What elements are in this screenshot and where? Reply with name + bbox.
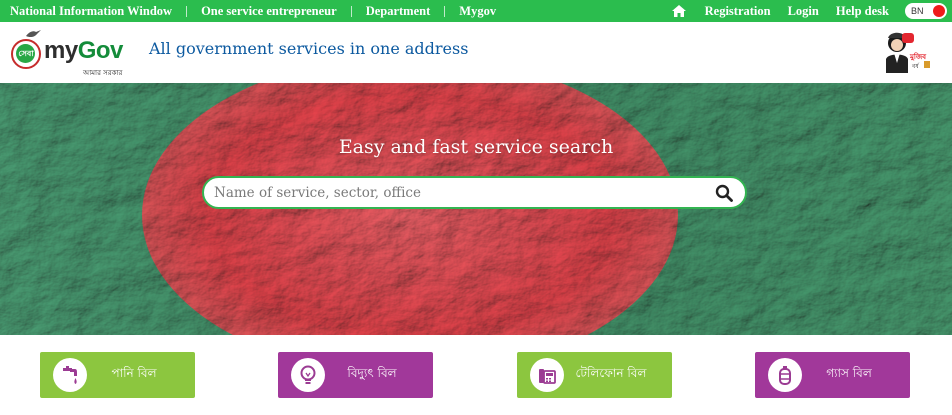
bill-services-row: পানি বিল বিদ্যুৎ বিল টেলিফোন বিল গ্যাস ব… xyxy=(0,335,952,415)
badge-text: সেবা xyxy=(18,48,34,58)
nav-separator xyxy=(444,5,446,17)
mygov-logo[interactable]: সেবা myGov আমার সরকার xyxy=(11,29,136,77)
gas-bill-label: গ্যাস বিল xyxy=(826,366,872,380)
site-tagline: All government services in one address xyxy=(149,39,469,58)
svg-text:বর্ষ: বর্ষ xyxy=(911,63,920,70)
bird-icon xyxy=(26,30,41,38)
brand-gov: Gov xyxy=(77,37,124,64)
seba-badge-icon: সেবা xyxy=(11,39,41,69)
nav-separator xyxy=(186,5,188,17)
nav-link-one-service-entrepreneur[interactable]: One service entrepreneur xyxy=(201,4,337,19)
telephone-bill-button[interactable]: টেলিফোন বিল xyxy=(517,352,672,398)
water-bill-label: পানি বিল xyxy=(111,366,157,380)
water-tap-icon xyxy=(53,358,87,392)
brand-subtitle: আমার সরকার xyxy=(83,69,123,77)
top-nav-left: National Information Window One service … xyxy=(0,4,496,19)
nav-separator xyxy=(350,5,352,17)
electricity-bill-button[interactable]: বিদ্যুৎ বিল xyxy=(278,352,433,398)
bangladesh-flag-background xyxy=(0,83,952,335)
light-bulb-icon xyxy=(291,358,325,392)
nav-link-mygov[interactable]: Mygov xyxy=(459,4,496,19)
brand-my: my xyxy=(44,37,78,64)
svg-text:মুজিব: মুজিব xyxy=(909,52,927,62)
top-navigation-bar: National Information Window One service … xyxy=(0,0,952,22)
home-icon[interactable] xyxy=(671,5,686,17)
nav-link-national-information-window[interactable]: National Information Window xyxy=(10,4,172,19)
hero-title: Easy and fast service search xyxy=(338,136,614,158)
top-nav-right: Registration Login Help desk BN xyxy=(671,3,952,19)
search-icon[interactable] xyxy=(713,182,735,204)
help-desk-link[interactable]: Help desk xyxy=(836,4,889,19)
gas-bill-button[interactable]: গ্যাস বিল xyxy=(755,352,910,398)
registration-link[interactable]: Registration xyxy=(705,4,771,19)
language-toggle[interactable]: BN xyxy=(905,3,947,19)
nav-link-department[interactable]: Department xyxy=(366,4,431,19)
water-bill-button[interactable]: পানি বিল xyxy=(40,352,195,398)
brand-name: myGov xyxy=(44,37,123,65)
login-link[interactable]: Login xyxy=(788,4,819,19)
service-search-box xyxy=(202,176,747,209)
hero-banner: Easy and fast service search xyxy=(0,83,952,335)
gas-cylinder-icon xyxy=(768,358,802,392)
telephone-bill-label: টেলিফোন বিল xyxy=(575,366,647,380)
mujib-year-logo-icon: মুজিব বর্ষ xyxy=(886,32,930,73)
site-header: সেবা myGov আমার সরকার All government ser… xyxy=(0,22,952,83)
toggle-knob xyxy=(933,5,945,17)
language-label: BN xyxy=(911,6,924,16)
electricity-bill-label: বিদ্যুৎ বিল xyxy=(347,366,397,380)
telephone-icon xyxy=(530,358,564,392)
search-input[interactable] xyxy=(204,178,713,207)
